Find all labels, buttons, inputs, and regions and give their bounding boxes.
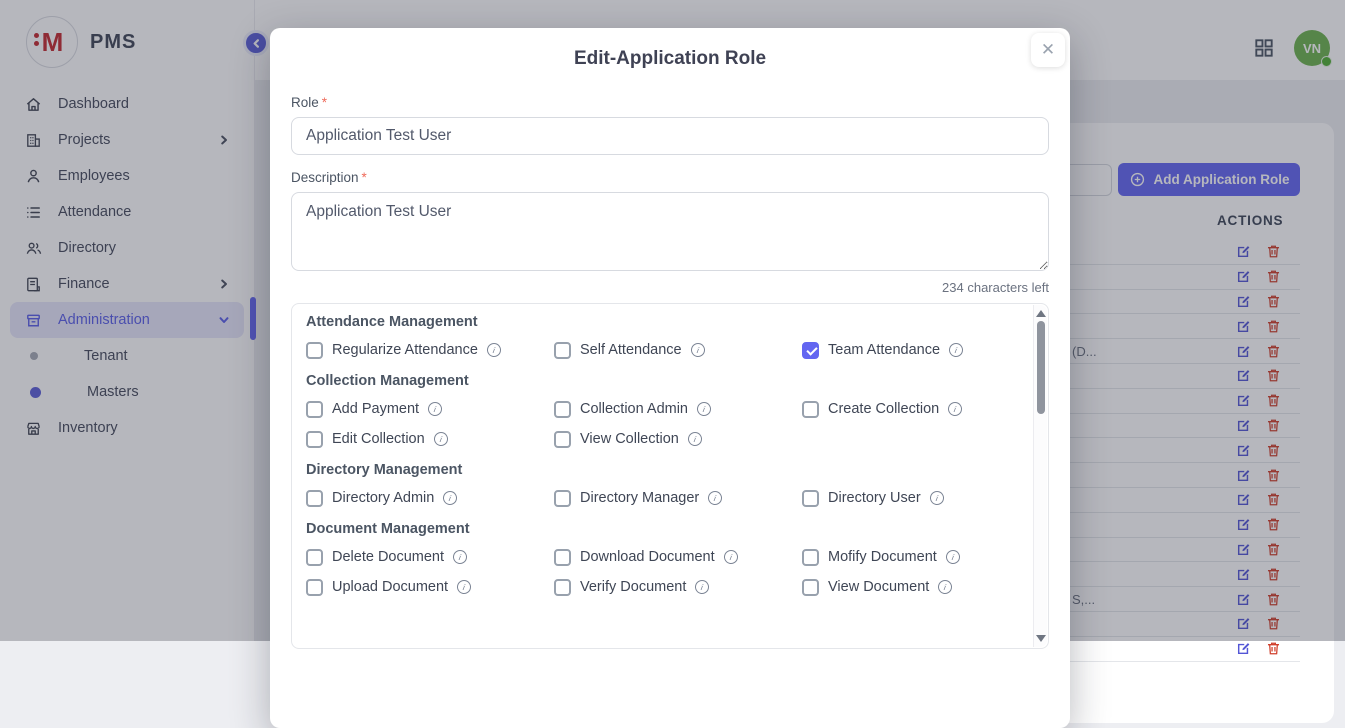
permission-checkbox[interactable] [306,431,323,448]
permission-checkbox[interactable] [554,579,571,596]
info-icon[interactable]: i [937,579,954,596]
permission-item: Verify Document i [554,576,802,598]
permission-label: Directory User [828,490,921,506]
info-icon[interactable]: i [928,490,945,507]
info-icon[interactable]: i [722,549,739,566]
permission-checkbox[interactable] [802,401,819,418]
permission-item: Regularize Attendance i [306,339,554,361]
permission-grid: Delete DocumentiDownload DocumentiMofify… [306,546,1018,598]
permission-grid: Add Payment i Collection Admin i Create Coll… [306,398,1018,450]
permission-checkbox[interactable] [802,342,819,359]
permission-label: Directory Admin [332,490,434,506]
info-icon[interactable]: i [694,579,711,596]
permission-section-title: Directory Management [306,462,1018,478]
characters-left-counter: 234 characters left [291,280,1049,295]
permission-item: Self Attendance i [554,339,802,361]
permission-item: View Collection i [554,428,802,450]
edit-role-icon[interactable] [1235,640,1252,657]
permission-item: Directory User i [802,487,1049,509]
edit-application-role-modal: ✕ Edit-Application Role Role* Descriptio… [270,28,1070,728]
permission-checkbox[interactable] [554,431,571,448]
info-icon[interactable]: i [707,490,724,507]
info-icon[interactable]: i [944,549,961,566]
permission-item: Upload Document i [306,576,554,598]
permission-label: Edit Collection [332,431,425,447]
permission-section-title: Attendance Management [306,314,1018,330]
permission-checkbox[interactable] [306,490,323,507]
info-icon[interactable]: i [452,549,469,566]
delete-role-icon[interactable] [1265,640,1282,657]
permission-label: Delete Document [332,549,444,565]
permission-item: View Document i [802,576,1049,598]
permission-checkbox[interactable] [554,490,571,507]
required-asterisk: * [362,170,367,185]
permissions-scrollbar[interactable] [1033,305,1047,647]
permission-label: Directory Manager [580,490,699,506]
permission-checkbox[interactable] [554,342,571,359]
permission-item: Directory Admin i [306,487,554,509]
permission-checkbox[interactable] [802,579,819,596]
info-icon[interactable]: i [687,431,704,448]
info-icon[interactable]: i [696,401,713,418]
permission-grid: Directory AdminiDirectory ManageriDirect… [306,487,1018,509]
permission-label: Verify Document [580,579,686,595]
permission-checkbox[interactable] [802,490,819,507]
permission-label: Add Payment [332,401,419,417]
permission-label: Mofify Document [828,549,937,565]
permission-item: Team Attendance i [802,339,1049,361]
permission-label: Self Attendance [580,342,682,358]
description-textarea[interactable]: Application Test User [291,192,1049,271]
info-icon[interactable]: i [427,401,444,418]
modal-title: Edit-Application Role [291,48,1049,70]
permission-checkbox[interactable] [802,549,819,566]
screen: M PMS DashboardProjectsEmployeesAttendan… [0,0,1345,641]
info-icon[interactable]: i [486,342,503,359]
permission-label: Collection Admin [580,401,688,417]
permissions-panel: Attendance Management Regularize Attendan… [291,303,1049,649]
description-label: Description* [291,170,1049,185]
permission-label: View Collection [580,431,679,447]
info-icon[interactable]: i [948,342,965,359]
info-icon[interactable]: i [947,401,964,418]
permission-label: Download Document [580,549,715,565]
permission-label: Team Attendance [828,342,940,358]
permission-item: Collection Admin i [554,398,802,420]
permission-item: Create Collection i [802,398,1049,420]
info-icon[interactable]: i [689,342,706,359]
info-icon[interactable]: i [442,490,459,507]
permission-checkbox[interactable] [306,549,323,566]
permission-grid: Regularize Attendance i Self Attendance i Te… [306,339,1018,361]
permission-checkbox[interactable] [306,342,323,359]
permission-item: Directory Manager i [554,487,802,509]
permission-checkbox[interactable] [554,401,571,418]
permission-checkbox[interactable] [306,401,323,418]
info-icon[interactable]: i [456,579,473,596]
permission-label: View Document [828,579,929,595]
required-asterisk: * [322,95,327,110]
permission-section-title: Document Management [306,521,1018,537]
scrollbar-thumb[interactable] [1037,321,1045,414]
permission-checkbox[interactable] [554,549,571,566]
permission-checkbox[interactable] [306,579,323,596]
permission-label: Regularize Attendance [332,342,478,358]
permission-item: Edit Collection i [306,428,554,450]
role-label: Role* [291,95,1049,110]
permission-sections: Attendance Management Regularize Attendan… [306,314,1018,598]
permission-section-title: Collection Management [306,373,1018,389]
permission-item: Add Payment i [306,398,554,420]
scroll-up-arrow-icon[interactable] [1036,310,1046,317]
info-icon[interactable]: i [432,431,449,448]
permission-item: Download Document i [554,546,802,568]
permission-item: Delete Document i [306,546,554,568]
permission-label: Upload Document [332,579,448,595]
close-modal-button[interactable]: ✕ [1031,33,1065,67]
permission-label: Create Collection [828,401,939,417]
role-input[interactable] [291,117,1049,155]
permission-item: Mofify Document i [802,546,1049,568]
